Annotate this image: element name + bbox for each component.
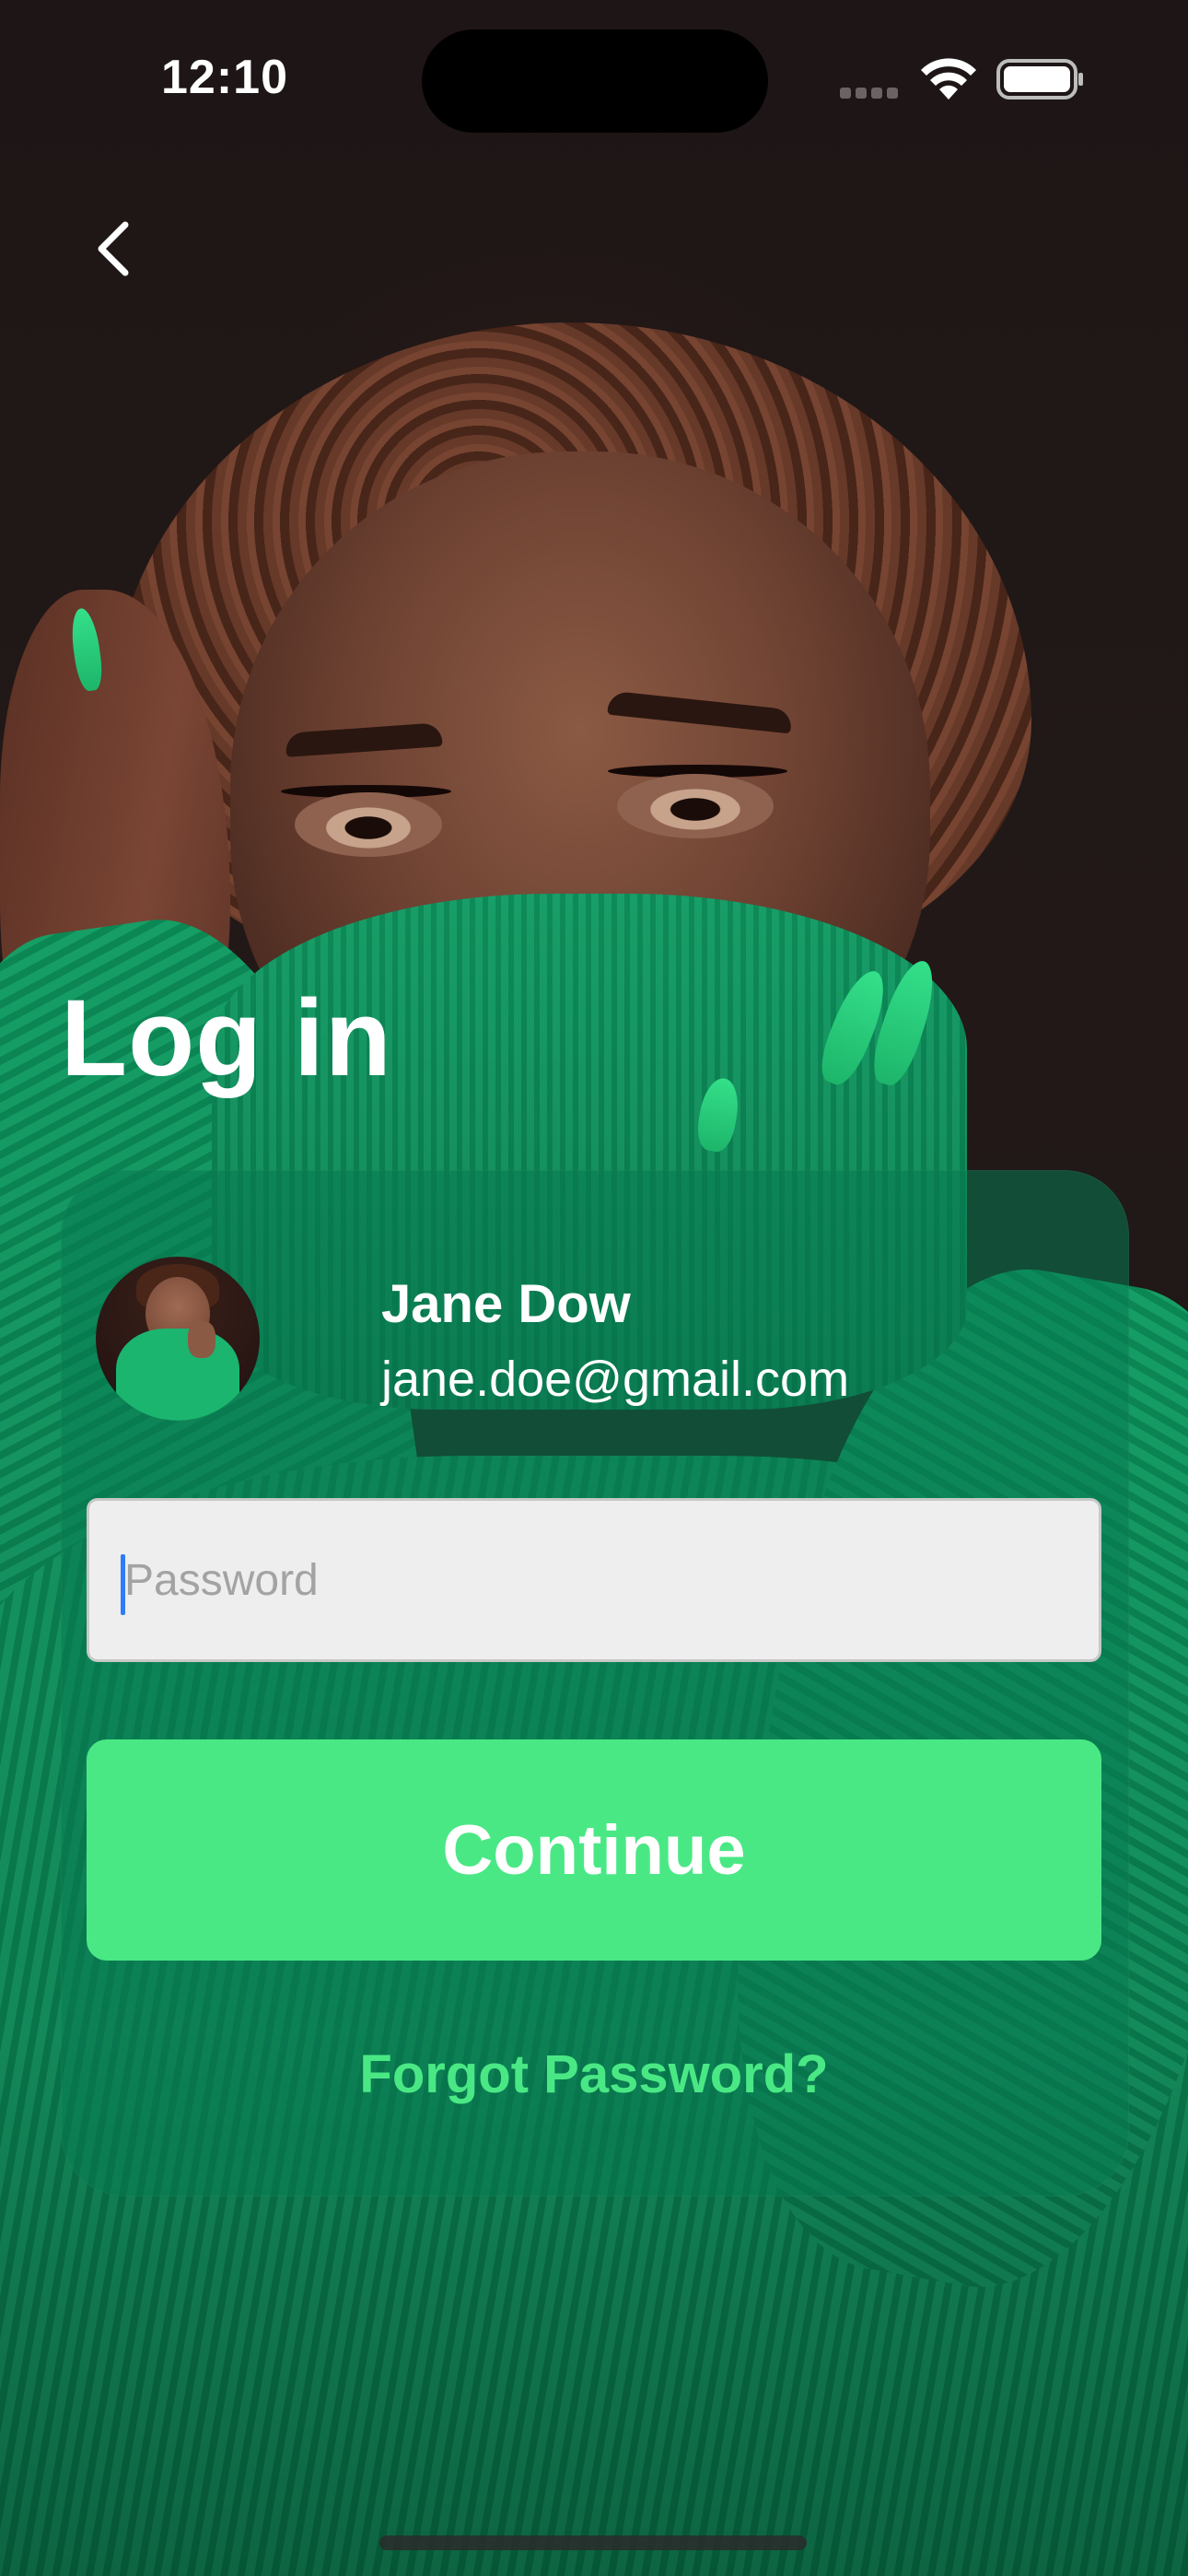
home-indicator[interactable] bbox=[379, 2535, 807, 2550]
password-field[interactable] bbox=[87, 1498, 1101, 1662]
login-screen: 12:10 Log in Jane Dow jane.doe@gmail.com… bbox=[0, 0, 1188, 2576]
battery-icon bbox=[996, 59, 1083, 100]
text-caret bbox=[121, 1554, 125, 1615]
forgot-password-link[interactable]: Forgot Password? bbox=[0, 2043, 1188, 2105]
continue-button[interactable]: Continue bbox=[87, 1739, 1101, 1961]
password-input[interactable] bbox=[89, 1501, 1099, 1659]
wifi-icon bbox=[921, 58, 976, 100]
status-time: 12:10 bbox=[161, 51, 288, 104]
back-button[interactable] bbox=[74, 210, 151, 287]
user-name: Jane Dow bbox=[381, 1274, 631, 1334]
user-email: jane.doe@gmail.com bbox=[381, 1352, 850, 1407]
cellular-signal-icon bbox=[840, 87, 904, 99]
chevron-left-icon bbox=[98, 221, 129, 276]
page-title: Log in bbox=[61, 978, 392, 1099]
dynamic-island bbox=[422, 29, 768, 133]
avatar bbox=[96, 1257, 260, 1421]
